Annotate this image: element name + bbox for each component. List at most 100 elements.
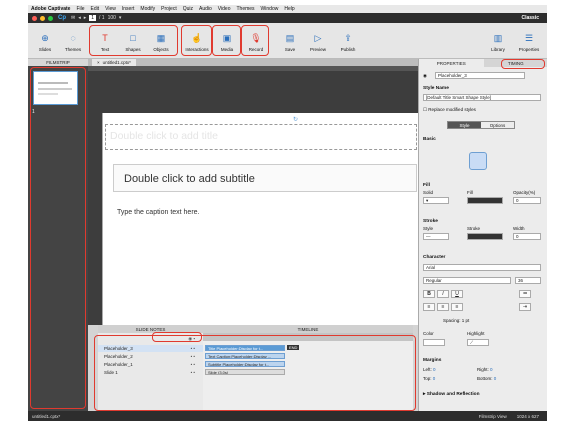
save-button[interactable]: ▤ Save (275, 26, 305, 53)
stroke-width-field[interactable]: 0 (513, 233, 541, 240)
status-bar: untitled1.cptx* Filmstrip View 1024 x 62… (28, 411, 547, 421)
align-center-icon[interactable]: ≡ (437, 303, 449, 311)
properties-icon: ☰ (524, 32, 534, 43)
menu-modify[interactable]: Modify (140, 6, 155, 12)
document-tab-bar: × untitled1.cptx* (88, 59, 418, 66)
margin-top: Top: 0 (423, 376, 436, 381)
annotation-highlight (94, 335, 416, 411)
status-size: 1024 x 627 (516, 413, 539, 419)
title-bar: Cp ✉ ◂ ▸ 1 / 1 100 ▾ Classic (28, 13, 547, 23)
tab-properties[interactable]: PROPERTIES (419, 59, 484, 67)
menu-bar: Adobe Captivate File Edit View Insert Mo… (28, 5, 547, 13)
annotation-highlight (212, 25, 241, 56)
menu-window[interactable]: Window (261, 6, 279, 12)
highlight-color-picker[interactable]: ⟋ (467, 339, 489, 346)
menu-themes[interactable]: Themes (236, 6, 254, 12)
menu-video[interactable]: Video (218, 6, 231, 12)
preview-button[interactable]: ▷ Preview (303, 26, 333, 53)
fill-label: Fill (467, 190, 473, 195)
width-label: Width (513, 226, 525, 231)
annotation-highlight (89, 25, 178, 56)
properties-button[interactable]: ☰ Properties (514, 26, 544, 53)
font-style-dropdown[interactable]: Regular (423, 277, 511, 284)
fill-color-picker[interactable] (467, 197, 503, 204)
menu-file[interactable]: File (76, 6, 84, 12)
tab-options[interactable]: Options (481, 122, 514, 128)
publish-icon: ⇪ (344, 32, 352, 43)
align-left-icon[interactable]: ≡ (423, 303, 435, 311)
close-tab-icon[interactable]: × (97, 60, 100, 65)
highlight-label: Highlight (467, 331, 485, 336)
indent-icon[interactable]: ⇥ (519, 303, 531, 311)
preview-icon: ▷ (314, 32, 322, 43)
stroke-section: Stroke (423, 219, 438, 224)
slide-canvas[interactable]: ↻ Double click to add title Double click… (102, 113, 418, 325)
workspace-mode[interactable]: Classic (521, 15, 539, 21)
close-window-icon[interactable] (32, 15, 37, 21)
object-name-field[interactable]: Placeholder_3 (435, 72, 525, 79)
annotation-highlight (181, 25, 212, 56)
timeline-tab[interactable]: TIMELINE (203, 325, 413, 333)
shape-style-swatch[interactable] (469, 152, 487, 170)
margin-right: Right: 0 (477, 367, 493, 372)
minimize-window-icon[interactable] (40, 15, 45, 21)
library-button[interactable]: ▥ Library (483, 26, 513, 53)
themes-icon: ◌ (70, 33, 76, 43)
caption-placeholder[interactable]: Type the caption text here. (117, 209, 200, 216)
title-placeholder[interactable]: Double click to add title (105, 124, 417, 150)
opacity-field[interactable]: 0 (513, 197, 541, 204)
menu-help[interactable]: Help (284, 6, 294, 12)
underline-button[interactable]: U (451, 290, 463, 298)
captivate-window: Adobe Captivate File Edit View Insert Mo… (28, 5, 547, 421)
menu-quiz[interactable]: Quiz (183, 6, 193, 12)
stroke-style-label: Style (423, 226, 434, 231)
document-tab[interactable]: × untitled1.cptx* (92, 59, 136, 66)
mail-icon[interactable]: ✉ (71, 15, 75, 21)
character-section: Character (423, 255, 446, 260)
font-family-dropdown[interactable]: Arial (423, 264, 541, 271)
slides-button[interactable]: ⊕ Slides (30, 26, 60, 53)
style-name-label: Style Name (423, 86, 449, 91)
status-view: Filmstrip View (478, 413, 507, 419)
prev-slide-icon[interactable]: ◂ (78, 15, 81, 21)
font-size-dropdown[interactable]: 36 (515, 277, 541, 284)
italic-button[interactable]: I (437, 290, 449, 298)
replace-styles-checkbox[interactable]: ☐ Replace modified styles (423, 107, 476, 113)
page-number-field[interactable]: 1 (89, 15, 97, 21)
color-label: Color (423, 331, 434, 336)
stroke-style-dropdown[interactable]: — (423, 233, 449, 240)
rotate-handle-icon[interactable]: ↻ (293, 116, 298, 123)
tab-style[interactable]: Style (448, 122, 481, 128)
subtitle-placeholder[interactable]: Double click to add subtitle (113, 164, 417, 192)
bold-button[interactable]: B (423, 290, 435, 298)
text-color-picker[interactable] (423, 339, 445, 346)
chevron-down-icon[interactable]: ▾ (119, 15, 122, 21)
menu-insert[interactable]: Insert (122, 6, 135, 12)
app-menu[interactable]: Adobe Captivate (31, 6, 70, 12)
zoom-level[interactable]: 100 (108, 15, 116, 21)
style-name-dropdown[interactable]: [Default Title Smart Shape Style] (423, 94, 541, 101)
menu-edit[interactable]: Edit (91, 6, 100, 12)
fill-type-label: Solid (423, 190, 434, 195)
fill-type-dropdown[interactable]: ▾ (423, 197, 449, 204)
zoom-window-icon[interactable] (48, 15, 53, 21)
menu-audio[interactable]: Audio (199, 6, 212, 12)
stroke-color-picker[interactable] (467, 233, 503, 240)
menu-view[interactable]: View (105, 6, 116, 12)
publish-button[interactable]: ⇪ Publish (333, 26, 363, 53)
menu-project[interactable]: Project (161, 6, 177, 12)
properties-panel: PROPERTIES TIMING ◉ Placeholder_3 Style … (418, 59, 547, 411)
next-slide-icon[interactable]: ▸ (84, 15, 87, 21)
themes-button[interactable]: ◌ Themes (58, 26, 88, 52)
visibility-icon[interactable]: ◉ (423, 73, 427, 79)
style-options-toggle: Style Options (447, 121, 515, 129)
shadow-reflection-section[interactable]: ▸ Shadow and Reflection (423, 392, 480, 397)
align-right-icon[interactable]: ≡ (451, 303, 463, 311)
captivate-logo: Cp (58, 15, 66, 21)
annotation-highlight (241, 25, 269, 56)
ruler (88, 66, 418, 71)
list-icon[interactable]: ≔ (519, 290, 531, 298)
library-icon: ▥ (493, 32, 503, 43)
annotation-highlight (30, 67, 86, 409)
save-icon: ▤ (285, 32, 295, 43)
